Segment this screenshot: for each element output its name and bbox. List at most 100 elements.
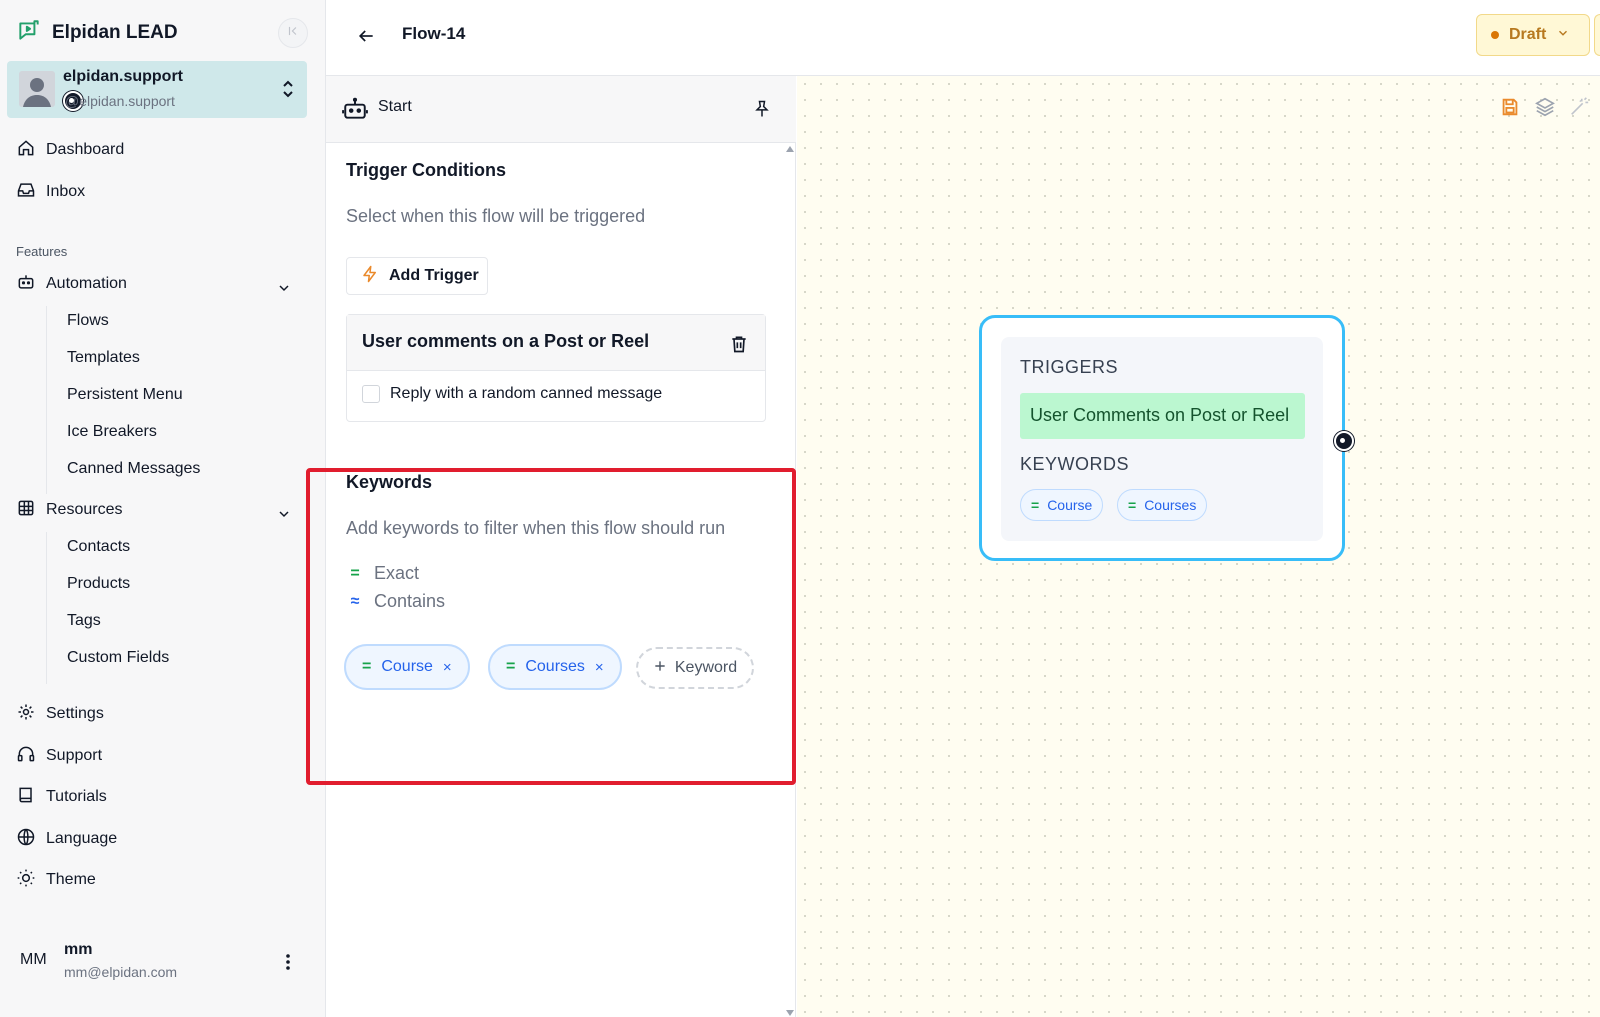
trigger-card-header: User comments on a Post or Reel xyxy=(347,315,765,371)
add-keyword-label: Keyword xyxy=(674,659,738,676)
features-section-label: Features xyxy=(16,244,68,259)
chevron-down-icon[interactable] xyxy=(276,280,292,296)
topbar: Flow-14 Draft xyxy=(326,0,1600,76)
nav-dashboard-label: Dashboard xyxy=(46,141,125,158)
flow-canvas[interactable]: TRIGGERS User Comments on Post or Reel K… xyxy=(797,76,1600,1017)
node-triggers-label: TRIGGERS xyxy=(1020,357,1119,377)
save-icon[interactable] xyxy=(1499,96,1521,118)
nav-language[interactable]: Language xyxy=(16,825,117,853)
app-title: Elpidan LEAD xyxy=(52,22,178,43)
nav-support-label: Support xyxy=(46,747,103,764)
trigger-card: User comments on a Post or Reel Reply wi… xyxy=(346,314,766,422)
bot-icon xyxy=(342,96,368,122)
sidebar-item-canned-messages[interactable]: Canned Messages xyxy=(67,460,200,478)
book-icon xyxy=(16,785,36,810)
nav-settings[interactable]: Settings xyxy=(16,700,104,728)
start-node[interactable]: TRIGGERS User Comments on Post or Reel K… xyxy=(979,315,1345,561)
random-canned-message-label: Reply with a random canned message xyxy=(390,385,663,402)
plus-icon xyxy=(653,659,667,678)
nav-tutorials-label: Tutorials xyxy=(46,788,107,805)
random-canned-message-checkbox[interactable] xyxy=(362,385,380,403)
nav-tutorials[interactable]: Tutorials xyxy=(16,783,107,811)
status-dropdown[interactable]: Draft xyxy=(1476,14,1590,56)
layers-icon[interactable] xyxy=(1534,96,1556,118)
sidebar-item-custom-fields[interactable]: Custom Fields xyxy=(67,649,169,667)
add-trigger-button[interactable]: Add Trigger xyxy=(346,257,488,295)
user-initials: MM xyxy=(20,951,47,968)
nav-inbox[interactable]: Inbox xyxy=(16,178,85,206)
add-trigger-label: Add Trigger xyxy=(389,267,479,284)
nav-dashboard[interactable]: Dashboard xyxy=(16,136,124,164)
collapse-sidebar-button[interactable] xyxy=(278,18,308,48)
chevron-down-icon xyxy=(1556,26,1570,45)
panel-header: Start xyxy=(326,76,796,143)
nav-resources-label: Resources xyxy=(46,501,123,518)
bolt-icon xyxy=(361,265,379,288)
grid-icon xyxy=(16,498,36,523)
nav-inbox-label: Inbox xyxy=(46,183,86,200)
equals-icon: = xyxy=(362,658,372,675)
trash-icon[interactable] xyxy=(729,333,749,355)
node-trigger-pill: User Comments on Post or Reel xyxy=(1020,393,1305,439)
sidebar: Elpidan LEAD elpidan.support @elpidan.su… xyxy=(0,0,326,1017)
status-label: Draft xyxy=(1509,26,1547,43)
scroll-down-arrow[interactable] xyxy=(786,1010,794,1016)
node-keywords-label: KEYWORDS xyxy=(1020,454,1130,474)
sidebar-item-templates[interactable]: Templates xyxy=(67,349,140,367)
node-settings-panel: Start Trigger Conditions Select when thi… xyxy=(306,76,796,1017)
trigger-card-title: User comments on a Post or Reel xyxy=(362,331,650,351)
sidebar-item-ice-breakers[interactable]: Ice Breakers xyxy=(67,423,157,441)
keyword-chip[interactable]: = Course × xyxy=(344,644,470,690)
more-vertical-icon[interactable] xyxy=(280,951,296,973)
nav-automation[interactable]: Automation xyxy=(16,270,127,298)
headset-icon xyxy=(16,744,36,769)
sidebar-item-persistent-menu[interactable]: Persistent Menu xyxy=(67,386,183,404)
nav-settings-label: Settings xyxy=(46,705,104,722)
wand-icon[interactable] xyxy=(1568,96,1590,118)
sidebar-item-flows[interactable]: Flows xyxy=(67,312,109,330)
nav-theme-label: Theme xyxy=(46,871,96,888)
nav-theme[interactable]: Theme xyxy=(16,866,96,894)
node-keyword-label: Courses xyxy=(1144,497,1197,513)
keywords-highlight-box xyxy=(306,468,796,785)
remove-keyword-button[interactable]: × xyxy=(443,659,452,676)
equals-icon: = xyxy=(1031,497,1040,513)
keyword-chip-label: Course xyxy=(381,658,433,675)
home-icon xyxy=(16,138,36,163)
node-keyword-label: Course xyxy=(1047,497,1093,513)
sun-icon xyxy=(16,868,36,893)
random-canned-message-option[interactable]: Reply with a random canned message xyxy=(362,385,662,403)
user-name: mm xyxy=(64,941,93,958)
nav-automation-label: Automation xyxy=(46,275,127,292)
pin-icon[interactable] xyxy=(752,98,772,120)
approx-icon: ≈ xyxy=(350,592,360,610)
globe-icon xyxy=(16,827,36,852)
nav-resources[interactable]: Resources xyxy=(16,496,122,524)
publish-button-edge[interactable] xyxy=(1594,14,1600,56)
keyword-chip-label: Courses xyxy=(525,658,585,675)
start-node-body: TRIGGERS User Comments on Post or Reel K… xyxy=(1001,337,1323,541)
equals-icon: = xyxy=(506,658,516,675)
remove-keyword-button[interactable]: × xyxy=(595,659,604,676)
keyword-chip[interactable]: = Courses × xyxy=(488,644,622,690)
add-keyword-button[interactable]: Keyword xyxy=(636,647,754,689)
resources-submenu: Contacts Products Tags Custom Fields xyxy=(46,532,169,684)
chevron-down-icon[interactable] xyxy=(276,506,292,522)
legend-contains-label: Contains xyxy=(374,591,446,611)
sidebar-item-tags[interactable]: Tags xyxy=(67,612,101,630)
legend-exact: = Exact xyxy=(346,563,419,584)
sidebar-item-contacts[interactable]: Contacts xyxy=(67,538,130,556)
scroll-up-arrow[interactable] xyxy=(786,146,794,152)
back-arrow-icon[interactable] xyxy=(356,26,376,46)
brand[interactable]: Elpidan LEAD xyxy=(16,18,178,48)
account-switcher[interactable]: elpidan.support @elpidan.support xyxy=(7,61,307,118)
user-profile[interactable]: MM mm mm@elpidan.com xyxy=(0,937,326,997)
sidebar-item-products[interactable]: Products xyxy=(67,575,130,593)
legend-contains: ≈ Contains xyxy=(346,591,445,612)
chat-bot-icon xyxy=(16,18,42,49)
node-output-handle[interactable] xyxy=(1334,431,1354,451)
collapse-left-icon xyxy=(286,24,300,43)
flow-title[interactable]: Flow-14 xyxy=(402,24,465,44)
equals-icon: = xyxy=(1128,497,1137,513)
nav-support[interactable]: Support xyxy=(16,742,102,770)
